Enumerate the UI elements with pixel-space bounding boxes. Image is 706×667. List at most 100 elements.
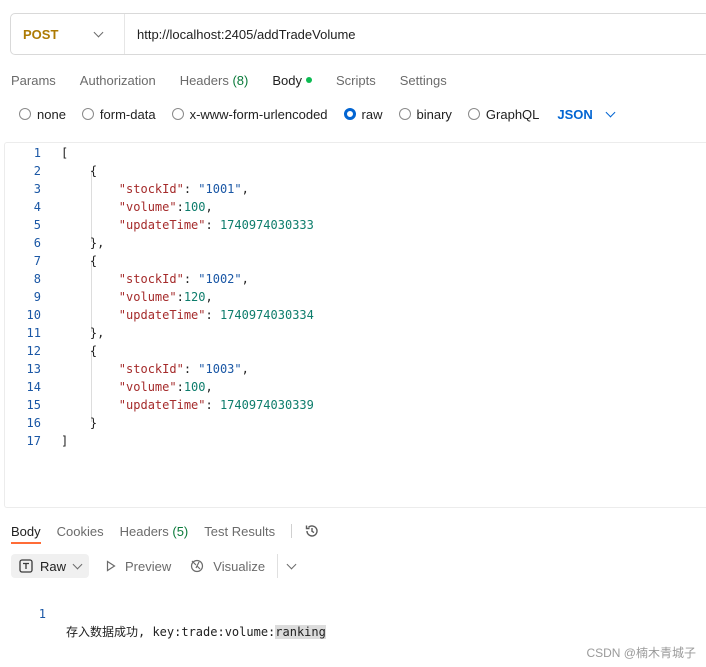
raw-format-label: Raw bbox=[40, 558, 67, 574]
code-token: "stockId" bbox=[118, 182, 184, 196]
response-toolbar: Raw Preview Visualize bbox=[11, 554, 301, 578]
radio-selected-icon[interactable] bbox=[343, 108, 356, 120]
code-token: "stockId" bbox=[118, 362, 184, 376]
visualize-options-button[interactable] bbox=[277, 554, 301, 578]
code-token: 100 bbox=[183, 200, 206, 214]
code-text: { bbox=[61, 252, 97, 270]
headers-count: (8) bbox=[232, 72, 249, 88]
line-number: 4 bbox=[33, 200, 41, 214]
method-select[interactable]: POST bbox=[11, 14, 125, 54]
response-message: 存入数据成功, key:trade:volume: bbox=[66, 625, 276, 639]
response-tab-headers[interactable]: Headers (5) bbox=[120, 524, 189, 539]
chevron-down-icon bbox=[93, 27, 104, 37]
code-text: "updateTime": 1740974030333 bbox=[61, 216, 314, 234]
code-text: { bbox=[61, 162, 97, 180]
option-binary[interactable]: binary bbox=[398, 106, 452, 122]
code-token: "updateTime" bbox=[118, 398, 206, 412]
code-token: : bbox=[183, 362, 199, 376]
radio-icon[interactable] bbox=[171, 108, 184, 120]
tab-body[interactable]: Body bbox=[272, 73, 312, 88]
line-number: 15 bbox=[26, 398, 41, 412]
line-number: 9 bbox=[33, 290, 41, 304]
history-icon[interactable] bbox=[304, 523, 320, 539]
code-token: "volume" bbox=[118, 290, 177, 304]
response-text: 存入数据成功, key:trade:volume:ranking bbox=[66, 623, 326, 641]
method-label: POST bbox=[23, 26, 59, 42]
visualize-button[interactable]: Visualize bbox=[183, 554, 271, 578]
code-token: "volume" bbox=[118, 200, 177, 214]
tab-authorization[interactable]: Authorization bbox=[80, 73, 156, 88]
code-line: 17] bbox=[5, 432, 706, 450]
line-number: 5 bbox=[33, 218, 41, 232]
line-number: 1 bbox=[33, 146, 41, 160]
code-line: 13 "stockId": "1003", bbox=[5, 360, 706, 378]
code-line: 3 "stockId": "1001", bbox=[5, 180, 706, 198]
preview-button[interactable]: Preview bbox=[99, 554, 177, 578]
code-text: "volume":120, bbox=[61, 288, 213, 306]
code-token: }, bbox=[61, 236, 105, 250]
tab-settings[interactable]: Settings bbox=[400, 73, 447, 88]
option-binary-label: binary bbox=[416, 106, 452, 122]
line-number: 10 bbox=[26, 308, 41, 322]
raw-text-icon bbox=[19, 559, 33, 573]
option-urlencoded[interactable]: x-www-form-urlencoded bbox=[171, 106, 328, 122]
tab-body-label: Body bbox=[272, 72, 302, 88]
response-highlighted-text: ranking bbox=[275, 625, 326, 639]
option-graphql[interactable]: GraphQL bbox=[467, 107, 539, 122]
body-type-options: none form-data x-www-form-urlencoded raw… bbox=[19, 106, 616, 122]
response-body-line: 1 存入数据成功, key:trade:volume:ranking bbox=[0, 587, 326, 639]
code-token: { bbox=[61, 344, 98, 358]
tab-params[interactable]: Params bbox=[11, 73, 56, 88]
url-input[interactable]: http://localhost:2405/addTradeVolume bbox=[125, 27, 356, 42]
code-text: { bbox=[61, 342, 97, 360]
code-token: , bbox=[205, 290, 213, 304]
response-line-number: 1 bbox=[38, 607, 46, 621]
code-token: { bbox=[61, 254, 98, 268]
code-token: , bbox=[241, 362, 249, 376]
radio-icon[interactable] bbox=[398, 108, 411, 120]
code-line: 5 "updateTime": 1740974030333 bbox=[5, 216, 706, 234]
option-raw-label: raw bbox=[361, 106, 383, 122]
option-urlencoded-label: x-www-form-urlencoded bbox=[189, 106, 328, 122]
code-token: "updateTime" bbox=[118, 218, 206, 232]
code-token: } bbox=[61, 416, 98, 430]
code-token: "1003" bbox=[198, 362, 242, 376]
radio-icon[interactable] bbox=[19, 108, 31, 120]
response-tab-test-results[interactable]: Test Results bbox=[204, 524, 275, 539]
code-line: 10 "updateTime": 1740974030334 bbox=[5, 306, 706, 324]
response-tabs: Body Cookies Headers (5) Test Results bbox=[11, 522, 320, 540]
response-headers-count: (5) bbox=[172, 523, 189, 539]
language-label: JSON bbox=[557, 106, 593, 122]
code-text: }, bbox=[61, 324, 104, 342]
code-token: , bbox=[205, 200, 213, 214]
option-form-data[interactable]: form-data bbox=[81, 107, 156, 122]
chevron-down-icon bbox=[286, 559, 297, 569]
language-select[interactable]: JSON bbox=[557, 106, 616, 122]
radio-icon[interactable] bbox=[467, 108, 480, 120]
visualize-icon bbox=[191, 559, 204, 573]
option-none[interactable]: none bbox=[19, 107, 66, 122]
response-tab-cookies[interactable]: Cookies bbox=[57, 524, 104, 539]
body-code-editor[interactable]: 1[2 {3 "stockId": "1001", 4 "volume":100,… bbox=[4, 142, 706, 508]
code-token: "volume" bbox=[118, 380, 177, 394]
radio-icon[interactable] bbox=[81, 108, 94, 120]
response-tab-body[interactable]: Body bbox=[11, 524, 41, 539]
code-token: 1740974030339 bbox=[219, 398, 314, 412]
code-line: 16 } bbox=[5, 414, 706, 432]
watermark: CSDN @楠木青城子 bbox=[586, 646, 696, 660]
tab-headers[interactable]: Headers (8) bbox=[180, 73, 249, 88]
code-token: 100 bbox=[183, 380, 206, 394]
code-text: "updateTime": 1740974030334 bbox=[61, 306, 314, 324]
code-line: 14 "volume":100, bbox=[5, 378, 706, 396]
code-text: } bbox=[61, 414, 97, 432]
raw-format-select[interactable]: Raw bbox=[11, 554, 90, 578]
option-raw[interactable]: raw bbox=[343, 106, 383, 122]
code-line: 7 { bbox=[5, 252, 706, 270]
tab-scripts[interactable]: Scripts bbox=[336, 73, 376, 88]
